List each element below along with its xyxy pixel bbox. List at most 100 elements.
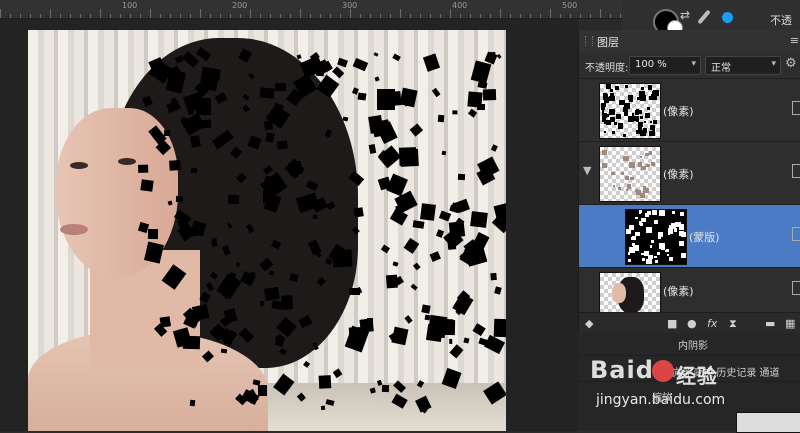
dispersion-fragment	[259, 87, 275, 99]
layer-row-portrait[interactable]: (像素)	[579, 268, 800, 314]
thumbnail-speck	[681, 253, 686, 259]
layer-name: (像素)	[663, 105, 694, 118]
grip-icon[interactable]	[585, 36, 593, 46]
ruler-tick	[400, 9, 401, 18]
thumbnail-speck	[611, 172, 615, 176]
thumbnail-speck	[668, 256, 673, 262]
ruler-tick	[40, 14, 41, 18]
zoom-label: 缩放	[652, 393, 672, 404]
expand-triangle-icon[interactable]: ▼	[583, 164, 591, 177]
ruler-tick	[20, 14, 21, 18]
layer-row-group[interactable]: ▼ (像素)	[579, 142, 800, 205]
ruler-tick	[340, 14, 341, 18]
ruler-tick	[10, 14, 11, 18]
navigator-thumbnail[interactable]	[736, 412, 800, 433]
thumbnail-speck	[657, 232, 663, 238]
ruler-tick	[530, 14, 531, 18]
layer-thumbnail	[599, 83, 661, 139]
thumbnail-speck	[640, 94, 647, 101]
layer-row-fragments[interactable]: (像素)	[579, 79, 800, 142]
thumbnail-speck	[628, 259, 632, 263]
thumbnail-speck	[656, 252, 660, 255]
thumbnail-speck	[653, 219, 659, 224]
thumbnail-speck	[647, 107, 650, 110]
ruler-tick	[180, 14, 181, 18]
thumbnail-speck	[622, 107, 628, 113]
dispersion-fragment	[317, 375, 331, 390]
thumbnail-speck	[640, 218, 644, 221]
ruler-tick	[580, 14, 581, 18]
ruler-tick	[70, 14, 71, 18]
circle-icon[interactable]: ●	[687, 317, 697, 330]
thumbnail-speck	[678, 224, 685, 230]
document-canvas-image[interactable]	[28, 30, 506, 431]
dispersion-fragment	[422, 53, 440, 72]
layer-name: (像素)	[663, 168, 694, 181]
visibility-icon[interactable]	[792, 281, 800, 295]
dispersion-fragment	[410, 283, 418, 291]
dispersion-fragment	[448, 339, 452, 345]
ruler-tick	[280, 14, 281, 18]
swap-colors-icon[interactable]: ⇄	[680, 8, 690, 22]
thumbnail-speck	[612, 130, 616, 134]
thumbnail-speck	[643, 128, 648, 133]
dispersion-fragment	[413, 262, 421, 270]
dispersion-fragment	[203, 67, 221, 82]
thumbnail-speck	[671, 211, 675, 215]
dispersion-fragment	[188, 108, 194, 115]
ruler-tick	[310, 14, 311, 18]
ruler-tick	[170, 14, 171, 18]
dispersion-fragment	[357, 92, 366, 101]
ruler-tick	[350, 9, 351, 18]
layer-row-mask[interactable]: (蒙版)	[579, 205, 800, 268]
hourglass-icon[interactable]: ⧗	[729, 317, 737, 331]
thumbnail-speck	[650, 125, 656, 131]
dispersion-fragment	[235, 262, 240, 267]
folder-icon[interactable]: ▬	[765, 317, 775, 330]
ruler-tick	[600, 9, 601, 18]
ruler-tick	[330, 14, 331, 18]
dispersion-fragment	[342, 116, 348, 121]
ruler-tick	[200, 9, 201, 18]
fx-icon[interactable]: fx	[707, 317, 717, 330]
accent-color-dot[interactable]	[722, 12, 733, 23]
visibility-icon[interactable]	[792, 227, 800, 241]
dispersion-fragment	[472, 322, 486, 336]
thumbnail-speck	[623, 133, 627, 137]
ruler-tick	[240, 14, 241, 18]
ruler-tick	[260, 14, 261, 18]
layer-thumbnail	[599, 272, 661, 314]
thumbnail-speck	[640, 155, 643, 159]
panel-title[interactable]: 图层	[597, 34, 619, 50]
visibility-icon[interactable]	[792, 101, 800, 115]
thumbnail-speck	[651, 210, 657, 215]
mask-icon[interactable]: ■	[667, 317, 677, 330]
thumbnail-speck	[626, 229, 631, 235]
thumbnail-speck	[612, 184, 616, 188]
dispersion-fragment	[469, 211, 488, 228]
blend-mode-dropdown[interactable]: 正常 ▾	[705, 56, 781, 75]
dispersion-fragment	[228, 194, 240, 205]
ruler-tick	[250, 9, 251, 18]
checker-icon[interactable]: ▦	[785, 317, 795, 330]
dispersion-fragment	[377, 89, 395, 111]
thumbnail-speck	[648, 151, 653, 155]
thumbnail-speck	[624, 112, 628, 116]
thumbnail-speck	[678, 240, 685, 247]
thumbnail-speck	[610, 96, 614, 100]
chevron-down-icon: ▾	[691, 59, 696, 69]
dispersion-fragment	[139, 178, 154, 192]
ruler-tick	[380, 14, 381, 18]
opacity-dropdown[interactable]: 100 % ▾	[629, 56, 701, 75]
panel-menu-icon[interactable]: ≡	[790, 34, 799, 47]
effects-row[interactable]: 内阴影	[578, 333, 800, 356]
layers-stack-icon[interactable]: ◆	[585, 317, 593, 330]
thumbnail-speck	[651, 240, 654, 243]
dispersion-fragment	[211, 238, 218, 247]
ruler-tick	[120, 14, 121, 18]
thumbnail-speck	[648, 256, 653, 260]
visibility-icon[interactable]	[792, 164, 800, 178]
dispersion-fragment	[280, 295, 293, 311]
gear-icon[interactable]: ⚙	[785, 56, 797, 71]
thumbnail-speck	[627, 252, 631, 255]
